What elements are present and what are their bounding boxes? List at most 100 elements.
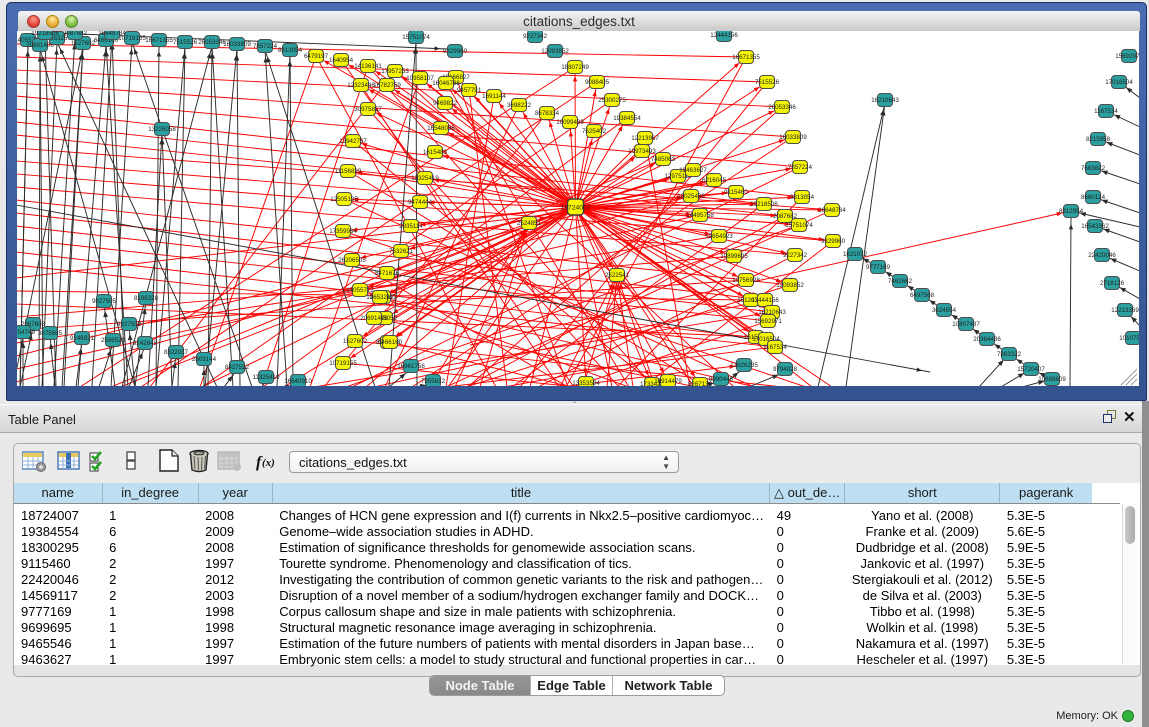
svg-text:(x): (x) [262, 457, 275, 469]
svg-text:16548096: 16548096 [427, 125, 455, 132]
svg-text:17016504: 17016504 [1105, 79, 1133, 86]
svg-text:7663822: 7663822 [1081, 165, 1106, 172]
svg-text:15692971: 15692971 [1115, 53, 1139, 60]
svg-text:8427552: 8427552 [225, 364, 250, 371]
svg-text:7515526: 7515526 [755, 79, 780, 86]
svg-text:10807487: 10807487 [952, 321, 980, 328]
svg-text:12444156: 12444156 [751, 297, 779, 304]
svg-text:16648784: 16648784 [98, 31, 126, 37]
svg-text:13626235: 13626235 [730, 362, 758, 369]
svg-text:26206505: 26206505 [338, 257, 366, 264]
svg-text:16648784: 16648784 [818, 207, 846, 214]
svg-text:7857224: 7857224 [253, 43, 278, 50]
svg-text:2087682: 2087682 [63, 31, 88, 37]
svg-text:18807249: 18807249 [561, 64, 589, 71]
svg-text:3875685: 3875685 [38, 330, 63, 337]
svg-text:12093852: 12093852 [541, 48, 569, 55]
svg-text:9146821: 9146821 [70, 335, 95, 342]
svg-text:8678334: 8678334 [535, 110, 560, 117]
svg-text:10688609: 10688609 [1038, 376, 1066, 383]
svg-text:2803144: 2803144 [192, 356, 217, 363]
svg-text:2522541: 2522541 [605, 272, 630, 279]
svg-text:26053346: 26053346 [768, 104, 796, 111]
svg-text:13353594: 13353594 [572, 380, 600, 386]
svg-text:7515526: 7515526 [173, 39, 198, 46]
svg-text:8215958: 8215958 [1086, 136, 1111, 143]
svg-text:16914479: 16914479 [654, 378, 682, 385]
svg-text:9469822: 9469822 [433, 100, 458, 107]
svg-text:2524851: 2524851 [517, 220, 542, 227]
svg-text:16961758: 16961758 [397, 363, 425, 370]
svg-text:2718126: 2718126 [1100, 280, 1125, 287]
svg-text:11156829: 11156829 [335, 168, 362, 175]
svg-text:19218506: 19218506 [750, 201, 778, 208]
svg-text:12505135: 12505135 [330, 196, 358, 203]
svg-text:14055712: 14055712 [346, 287, 374, 294]
svg-text:16640910: 16640910 [284, 378, 312, 385]
svg-text:8454749: 8454749 [17, 329, 36, 336]
svg-text:7485063: 7485063 [651, 156, 676, 163]
svg-text:17359934: 17359934 [329, 228, 357, 235]
svg-text:10653267: 10653267 [366, 294, 394, 301]
svg-text:9227342: 9227342 [523, 33, 548, 40]
svg-text:8186328: 8186328 [134, 295, 159, 302]
svg-text:16033809: 16033809 [223, 41, 251, 48]
svg-text:7863322: 7863322 [997, 351, 1022, 358]
svg-text:8912954: 8912954 [1059, 208, 1084, 215]
svg-text:12093852: 12093852 [776, 282, 804, 289]
svg-text:1167534: 1167534 [1094, 108, 1118, 115]
svg-text:9115460: 9115460 [724, 189, 748, 196]
svg-text:9227342: 9227342 [783, 252, 808, 259]
svg-text:15751074: 15751074 [785, 222, 813, 229]
svg-text:8990448: 8990448 [709, 376, 734, 383]
svg-text:1527602: 1527602 [71, 40, 96, 47]
svg-text:9088405: 9088405 [585, 79, 610, 86]
svg-text:2588520: 2588520 [101, 337, 126, 344]
svg-text:8813054: 8813054 [790, 194, 815, 201]
svg-text:10025438: 10025438 [677, 193, 705, 200]
svg-text:1527602: 1527602 [343, 338, 368, 345]
svg-text:2935114: 2935114 [399, 223, 423, 230]
svg-text:9327508: 9327508 [117, 321, 142, 328]
svg-text:8322037: 8322037 [164, 349, 189, 356]
svg-text:16671355: 16671355 [145, 37, 173, 44]
svg-text:1167534: 1167534 [763, 344, 787, 351]
svg-text:15692971: 15692971 [754, 318, 782, 325]
svg-text:7632621: 7632621 [389, 248, 414, 255]
svg-text:1640954: 1640954 [329, 57, 354, 64]
svg-text:7462662: 7462662 [888, 278, 913, 285]
svg-text:1691144: 1691144 [482, 93, 506, 100]
svg-text:3698222: 3698222 [507, 102, 532, 109]
svg-text:9777169: 9777169 [866, 264, 891, 271]
svg-text:15751074: 15751074 [402, 34, 430, 41]
svg-text:16210643: 16210643 [871, 97, 899, 104]
svg-text:8267130: 8267130 [688, 381, 713, 386]
svg-text:16099489: 16099489 [556, 119, 584, 126]
svg-text:8813054: 8813054 [278, 47, 303, 54]
svg-text:16671355: 16671355 [732, 54, 760, 61]
svg-text:19654923: 19654923 [705, 233, 733, 240]
svg-text:12213967: 12213967 [631, 135, 659, 142]
svg-text:16033809: 16033809 [779, 134, 807, 141]
svg-text:20691406: 20691406 [360, 315, 388, 322]
svg-text:30975857: 30975857 [354, 106, 382, 113]
svg-text:12213369: 12213369 [1111, 307, 1139, 314]
svg-text:7625402: 7625402 [582, 128, 607, 135]
svg-text:9827505: 9827505 [92, 298, 117, 305]
svg-text:10719155: 10719155 [329, 360, 357, 367]
svg-text:20364436: 20364436 [973, 336, 1001, 343]
svg-text:15720407: 15720407 [1017, 366, 1045, 373]
svg-text:14136141: 14136141 [354, 63, 382, 70]
svg-text:25300275: 25300275 [598, 97, 626, 104]
svg-text:9794028: 9794028 [773, 366, 798, 373]
svg-text:26053346: 26053346 [198, 39, 226, 46]
svg-text:6216045: 6216045 [702, 177, 727, 184]
svg-text:1621072: 1621072 [843, 251, 868, 258]
svg-text:8471676: 8471676 [375, 270, 400, 277]
svg-text:1615483: 1615483 [423, 149, 448, 156]
svg-text:9329960: 9329960 [443, 48, 468, 55]
svg-text:16543362: 16543362 [1081, 223, 1109, 230]
svg-text:11325419: 11325419 [252, 374, 280, 381]
svg-text:18724007: 18724007 [560, 205, 590, 212]
svg-text:6479197: 6479197 [304, 53, 329, 60]
